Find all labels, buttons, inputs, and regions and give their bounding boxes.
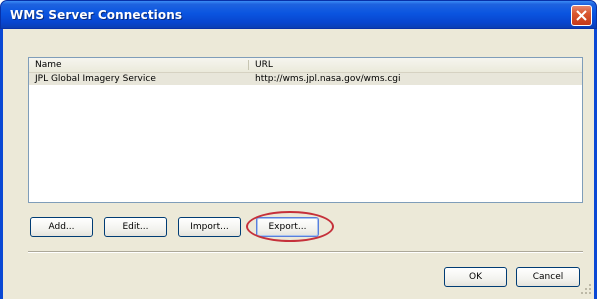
export-button[interactable]: Export... xyxy=(256,217,319,237)
column-header-url[interactable]: URL xyxy=(255,59,273,71)
ok-button[interactable]: OK xyxy=(444,267,507,287)
resize-grip-icon[interactable] xyxy=(580,283,592,295)
close-button[interactable] xyxy=(571,5,592,26)
cancel-button[interactable]: Cancel xyxy=(516,267,580,287)
add-button[interactable]: Add... xyxy=(30,217,93,237)
wms-server-connections-dialog: WMS Server Connections Name URL JPL Glob… xyxy=(0,0,597,299)
server-url-cell: http://wms.jpl.nasa.gov/wms.cgi xyxy=(255,74,401,84)
title-bar[interactable]: WMS Server Connections xyxy=(0,0,597,29)
close-icon xyxy=(576,10,587,21)
table-row[interactable]: JPL Global Imagery Service http://wms.jp… xyxy=(29,73,582,85)
edit-button[interactable]: Edit... xyxy=(104,217,167,237)
footer-divider xyxy=(28,251,583,253)
column-header-name[interactable]: Name xyxy=(35,59,62,71)
list-header: Name URL xyxy=(29,58,582,73)
server-list[interactable]: Name URL JPL Global Imagery Service http… xyxy=(28,57,583,203)
import-button[interactable]: Import... xyxy=(178,217,241,237)
window-title: WMS Server Connections xyxy=(10,8,183,22)
column-separator[interactable] xyxy=(248,60,249,70)
server-name-cell: JPL Global Imagery Service xyxy=(35,74,156,84)
